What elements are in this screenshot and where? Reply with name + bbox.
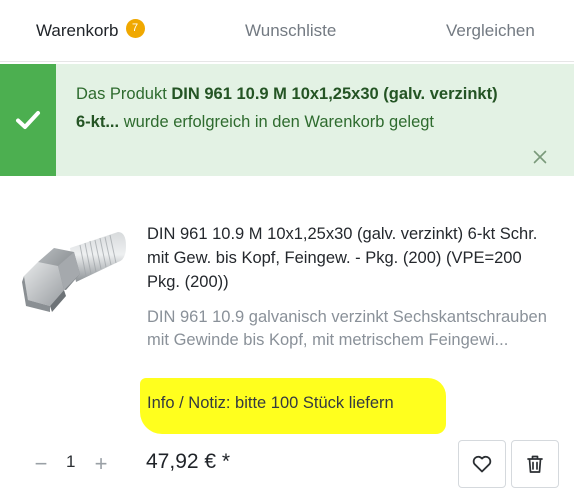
success-message-prefix: Das Produkt — [76, 85, 172, 103]
product-note: Info / Notiz: bitte 100 Stück liefern — [147, 394, 394, 412]
quantity-value[interactable]: 1 — [66, 452, 75, 472]
product-title-link[interactable]: DIN 961 10.9 M 10x1,25x30 (galv. verzink… — [147, 222, 557, 294]
add-to-wishlist-button[interactable] — [458, 440, 506, 488]
hex-bolt-image — [22, 232, 126, 312]
tab-compare-label: Vergleichen — [446, 21, 535, 40]
tab-cart-label: Warenkorb — [36, 21, 119, 40]
heart-icon — [472, 455, 492, 473]
cart-count-badge: 7 — [125, 18, 145, 38]
success-alert: Das Produkt DIN 961 10.9 M 10x1,25x30 (g… — [0, 64, 574, 176]
trash-icon — [527, 455, 543, 473]
tab-wishlist[interactable]: Wunschliste — [245, 0, 336, 62]
quantity-decrease-button[interactable]: − — [30, 451, 52, 477]
quantity-increase-button[interactable]: + — [90, 451, 112, 477]
tab-wishlist-label: Wunschliste — [245, 21, 337, 40]
alert-close-button[interactable] — [529, 146, 551, 168]
tab-cart[interactable]: Warenkorb 7 — [36, 0, 145, 62]
product-image[interactable] — [18, 218, 130, 328]
success-message-suffix: wurde erfolgreich in den Warenkorb geleg… — [119, 113, 435, 131]
remove-item-button[interactable] — [511, 440, 559, 488]
product-price: 47,92 € * — [146, 450, 231, 473]
checkmark-icon — [16, 111, 40, 129]
success-message: Das Produkt DIN 961 10.9 M 10x1,25x30 (g… — [76, 80, 516, 136]
tab-compare[interactable]: Vergleichen — [446, 0, 535, 62]
close-icon — [533, 150, 547, 164]
success-icon-strip — [0, 64, 56, 176]
product-description: DIN 961 10.9 galvanisch verzinkt Sechska… — [147, 308, 547, 349]
offcanvas-tabs: Warenkorb 7 Wunschliste Vergleichen — [0, 0, 574, 62]
